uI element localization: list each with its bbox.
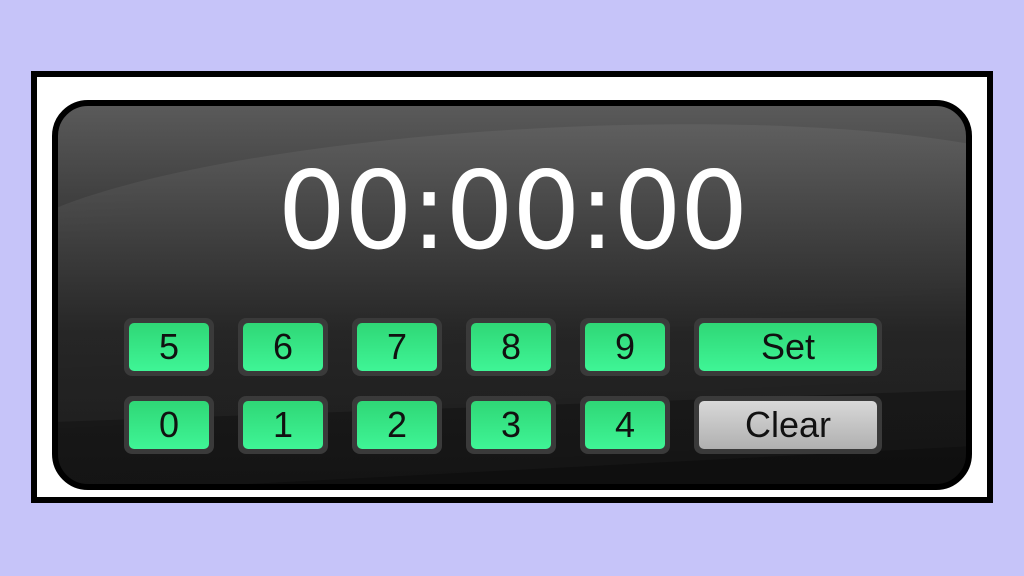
set-button[interactable]: Set [694, 318, 882, 376]
time-display: 00:00:00 [277, 149, 748, 274]
key-2[interactable]: 2 [352, 396, 442, 454]
key-1[interactable]: 1 [238, 396, 328, 454]
timer-panel: 00:00:00 5 6 7 8 9 Set 0 1 2 3 4 Clear [52, 100, 972, 490]
key-0[interactable]: 0 [124, 396, 214, 454]
key-9[interactable]: 9 [580, 318, 670, 376]
key-8[interactable]: 8 [466, 318, 556, 376]
clear-button[interactable]: Clear [694, 396, 882, 454]
key-6[interactable]: 6 [238, 318, 328, 376]
key-3[interactable]: 3 [466, 396, 556, 454]
key-4[interactable]: 4 [580, 396, 670, 454]
key-7[interactable]: 7 [352, 318, 442, 376]
key-5[interactable]: 5 [124, 318, 214, 376]
